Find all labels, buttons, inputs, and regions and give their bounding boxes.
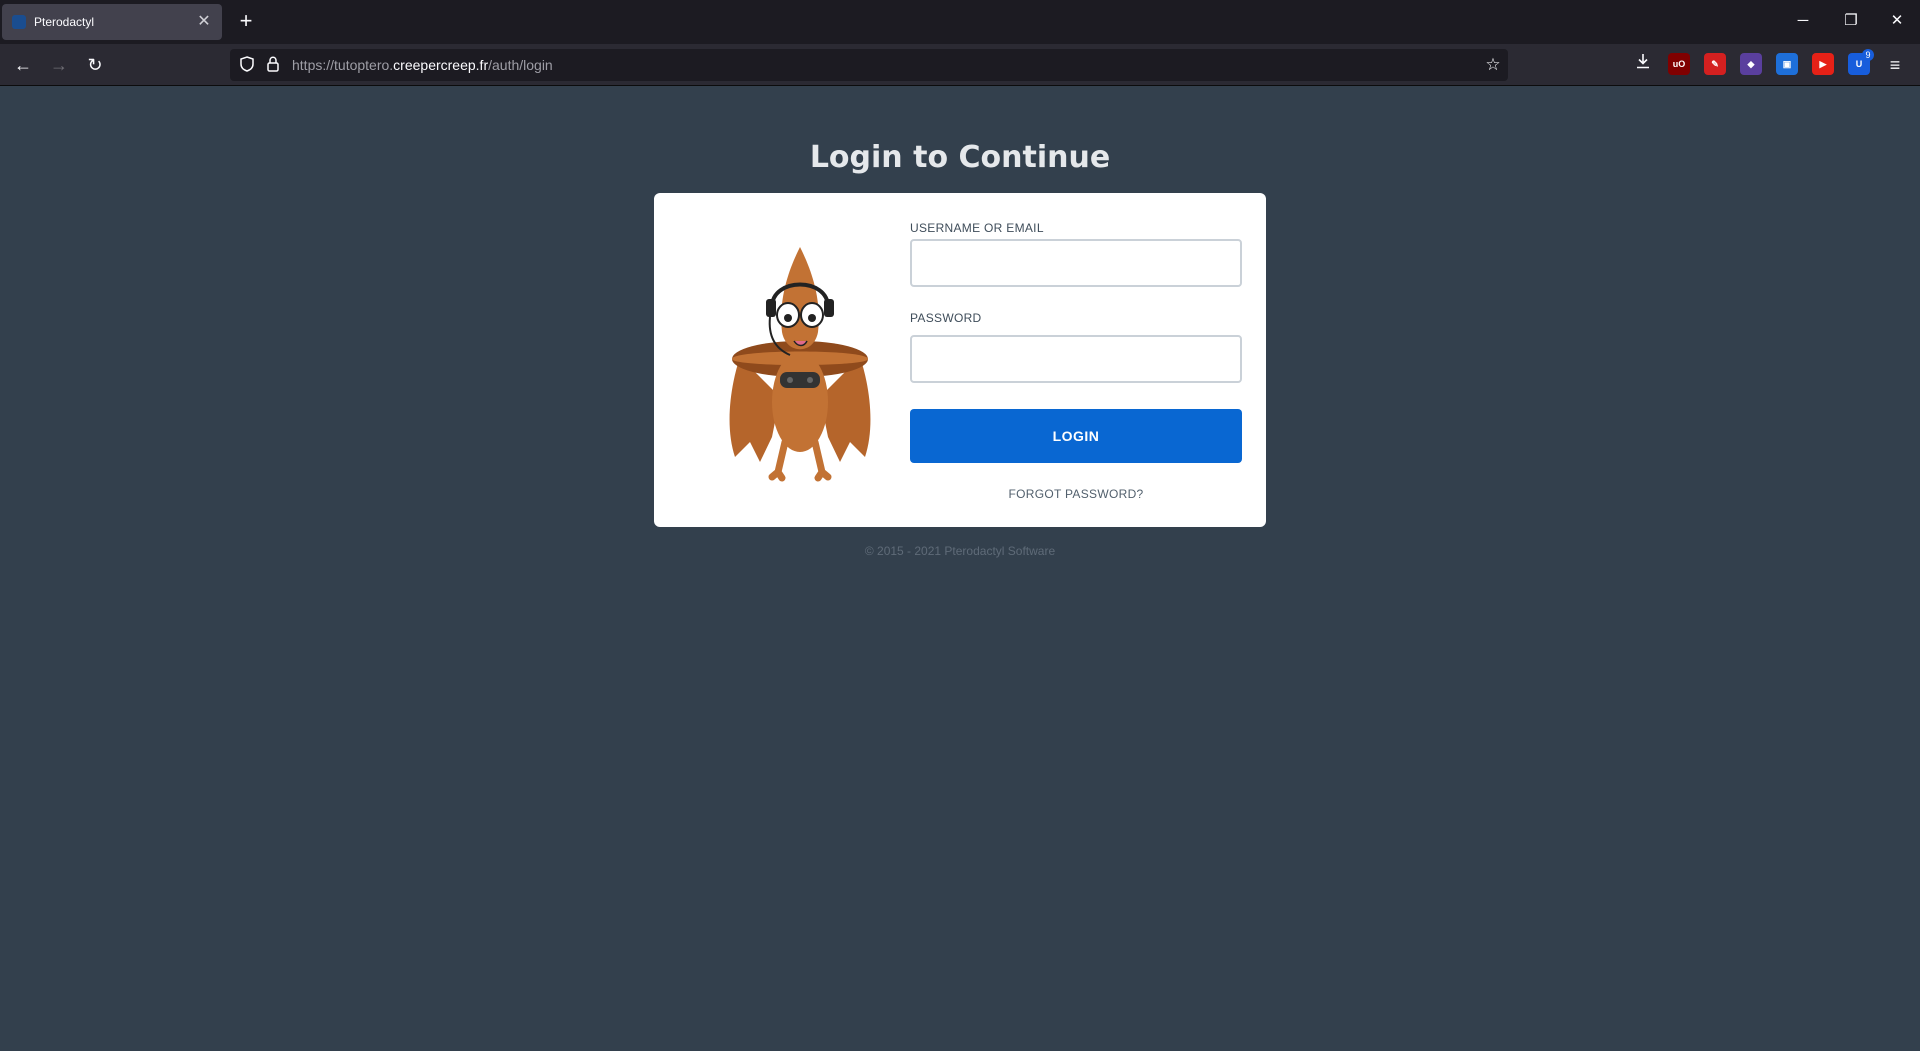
back-button[interactable]: ← — [10, 52, 36, 78]
download-icon[interactable] — [1630, 52, 1656, 78]
bitwarden-badge: 9 — [1862, 49, 1874, 61]
ublock-icon[interactable]: uO — [1668, 53, 1690, 75]
tool-extension-icon[interactable]: ✎ — [1704, 53, 1726, 75]
translate-extension-icon[interactable]: ▣ — [1776, 53, 1798, 75]
purple-extension-icon[interactable]: ◆ — [1740, 53, 1762, 75]
password-input[interactable] — [910, 335, 1242, 383]
close-window-button[interactable]: ✕ — [1882, 8, 1912, 34]
tab-title: Pterodactyl — [34, 15, 95, 29]
url-bar[interactable]: https://tutoptero.creepercreep.fr/auth/l… — [230, 49, 1508, 81]
username-input[interactable] — [910, 239, 1242, 287]
url-prefix: https://tutoptero. — [292, 57, 394, 73]
forgot-password-link[interactable]: FORGOT PASSWORD? — [910, 487, 1242, 501]
minimize-button[interactable]: ─ — [1788, 8, 1818, 34]
pterodactyl-favicon-icon — [12, 15, 26, 29]
page-title: Login to Continue — [809, 140, 1111, 175]
tab-close-icon[interactable]: ✕ — [196, 14, 212, 30]
reload-button[interactable]: ↻ — [82, 52, 108, 78]
url-path: /auth/login — [488, 57, 553, 73]
shield-icon[interactable] — [238, 56, 256, 74]
browser-tab[interactable]: Pterodactyl ✕ — [2, 4, 222, 40]
password-label: PASSWORD — [910, 311, 982, 325]
new-tab-button[interactable]: + — [234, 10, 258, 34]
browser-tab-bar: Pterodactyl ✕ + ─ ❐ ✕ — [0, 0, 1920, 44]
lock-icon[interactable] — [264, 56, 282, 74]
browser-nav-bar: ← → ↻ https://tutoptero.creepercreep.fr/… — [0, 44, 1920, 86]
youtube-extension-icon[interactable]: ▶ — [1812, 53, 1834, 75]
footer-copyright: © 2015 - 2021 Pterodactyl Software — [864, 544, 1056, 558]
bookmark-star-icon[interactable]: ☆ — [1484, 56, 1502, 74]
username-label: USERNAME OR EMAIL — [910, 221, 1044, 235]
menu-icon[interactable]: ≡ — [1882, 52, 1908, 78]
restore-button[interactable]: ❐ — [1836, 8, 1866, 34]
url-text[interactable]: https://tutoptero.creepercreep.fr/auth/l… — [292, 57, 553, 73]
url-host: creepercreep.fr — [393, 57, 489, 73]
login-button[interactable]: LOGIN — [910, 409, 1242, 463]
login-card: USERNAME OR EMAIL PASSWORD LOGIN FORGOT … — [654, 193, 1266, 527]
pterodactyl-mascot-icon — [729, 247, 871, 482]
forward-button[interactable]: → — [46, 52, 72, 78]
